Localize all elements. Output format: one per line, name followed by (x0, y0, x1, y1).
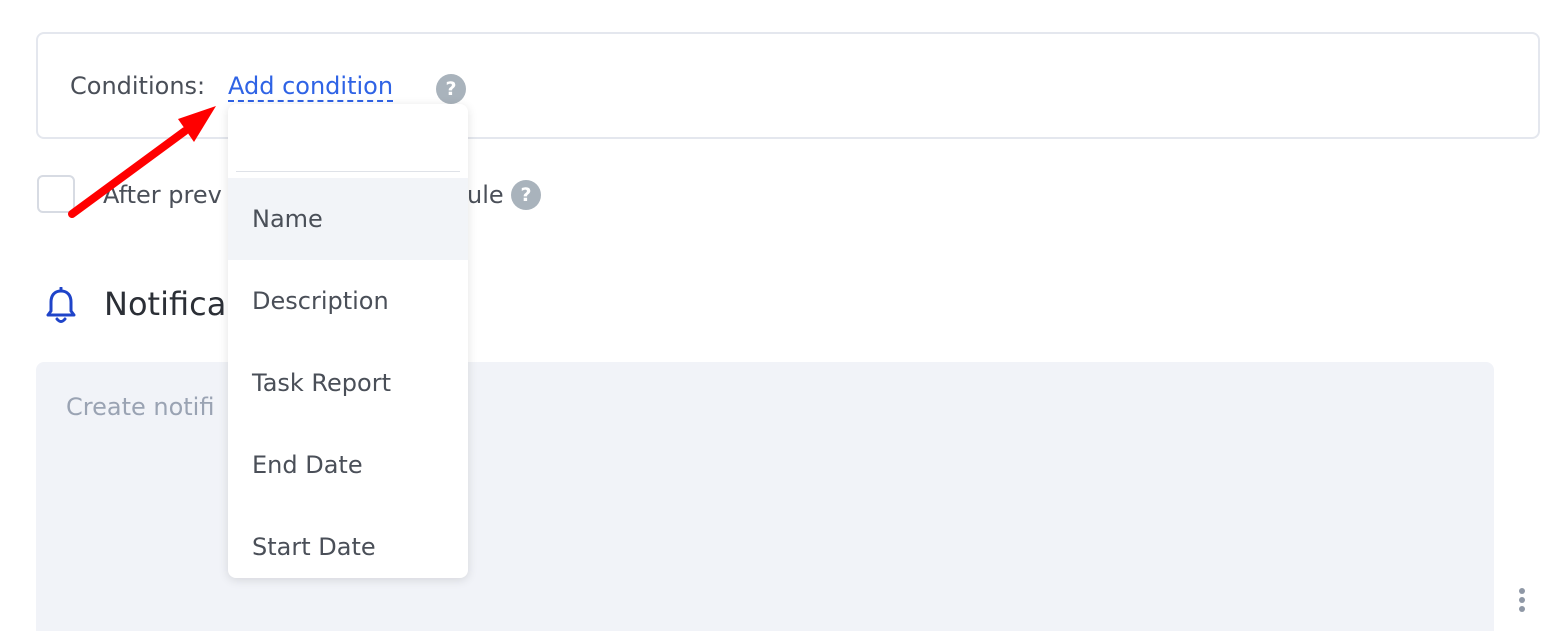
after-previous-help-icon[interactable]: ? (511, 180, 541, 210)
kebab-menu-icon[interactable] (1512, 588, 1532, 618)
after-previous-checkbox[interactable] (37, 175, 75, 213)
after-previous-label: After prev (103, 181, 222, 209)
dropdown-item-description[interactable]: Description (228, 260, 468, 342)
add-condition-link[interactable]: Add condition (228, 72, 394, 102)
conditions-label: Conditions: (70, 72, 206, 100)
dropdown-item-name[interactable]: Name (228, 178, 468, 260)
after-previous-label-tail: ule (467, 181, 504, 209)
condition-dropdown: Name Description Task Report End Date St… (228, 104, 468, 578)
dropdown-item-task-report[interactable]: Task Report (228, 342, 468, 424)
dropdown-item-end-date[interactable]: End Date (228, 424, 468, 506)
dropdown-search-input[interactable] (236, 116, 460, 172)
create-notification-placeholder[interactable]: Create notifi (66, 393, 214, 421)
dropdown-item-start-date[interactable]: Start Date (228, 506, 468, 578)
bell-icon (46, 287, 76, 323)
notifications-title: Notifica (104, 285, 227, 323)
conditions-help-icon[interactable]: ? (436, 74, 466, 104)
